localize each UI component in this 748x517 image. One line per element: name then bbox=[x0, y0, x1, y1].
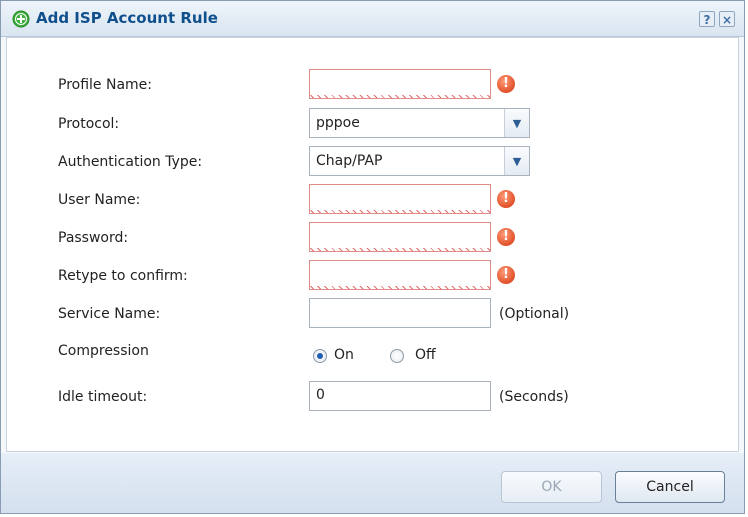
error-exclamation-icon: ! bbox=[497, 266, 515, 284]
close-button[interactable]: × bbox=[719, 11, 735, 27]
add-circle-icon bbox=[12, 10, 30, 28]
auth-type-label: Authentication Type: bbox=[58, 154, 203, 170]
dialog-titlebar: Add ISP Account Rule ? × bbox=[1, 1, 744, 37]
help-button[interactable]: ? bbox=[699, 11, 715, 27]
user-name-input[interactable] bbox=[309, 184, 491, 214]
profile-name-input[interactable] bbox=[309, 69, 491, 99]
idle-timeout-label: Idle timeout: bbox=[58, 389, 148, 405]
compression-off-label[interactable]: Off bbox=[415, 347, 436, 363]
service-name-input[interactable] bbox=[309, 298, 491, 328]
seconds-hint: (Seconds) bbox=[499, 389, 569, 405]
compression-off-radio[interactable] bbox=[390, 349, 404, 363]
user-name-label: User Name: bbox=[58, 192, 141, 208]
dialog-title: Add ISP Account Rule bbox=[36, 9, 218, 27]
compression-on-radio[interactable] bbox=[313, 349, 327, 363]
retype-label: Retype to confirm: bbox=[58, 268, 188, 284]
cancel-button[interactable]: Cancel bbox=[615, 471, 725, 503]
error-exclamation-icon: ! bbox=[497, 75, 515, 93]
protocol-select[interactable]: pppoe ▼ bbox=[309, 108, 530, 138]
chevron-down-icon[interactable]: ▼ bbox=[504, 109, 529, 137]
profile-name-label: Profile Name: bbox=[58, 77, 153, 93]
chevron-down-icon[interactable]: ▼ bbox=[504, 147, 529, 175]
error-exclamation-icon: ! bbox=[497, 228, 515, 246]
auth-type-select[interactable]: Chap/PAP ▼ bbox=[309, 146, 530, 176]
retype-password-input[interactable] bbox=[309, 260, 491, 290]
protocol-value: pppoe bbox=[316, 115, 360, 131]
error-exclamation-icon: ! bbox=[497, 190, 515, 208]
add-isp-account-dialog: Add ISP Account Rule ? × Profile Name: !… bbox=[0, 0, 745, 514]
password-label: Password: bbox=[58, 230, 129, 246]
auth-type-value: Chap/PAP bbox=[316, 153, 383, 169]
service-name-label: Service Name: bbox=[58, 306, 161, 322]
ok-button[interactable]: OK bbox=[501, 471, 602, 503]
compression-label: Compression bbox=[58, 343, 149, 359]
password-input[interactable] bbox=[309, 222, 491, 252]
protocol-label: Protocol: bbox=[58, 116, 120, 132]
idle-timeout-input[interactable]: 0 bbox=[309, 381, 491, 411]
optional-hint: (Optional) bbox=[499, 306, 570, 322]
compression-on-label[interactable]: On bbox=[334, 347, 354, 363]
